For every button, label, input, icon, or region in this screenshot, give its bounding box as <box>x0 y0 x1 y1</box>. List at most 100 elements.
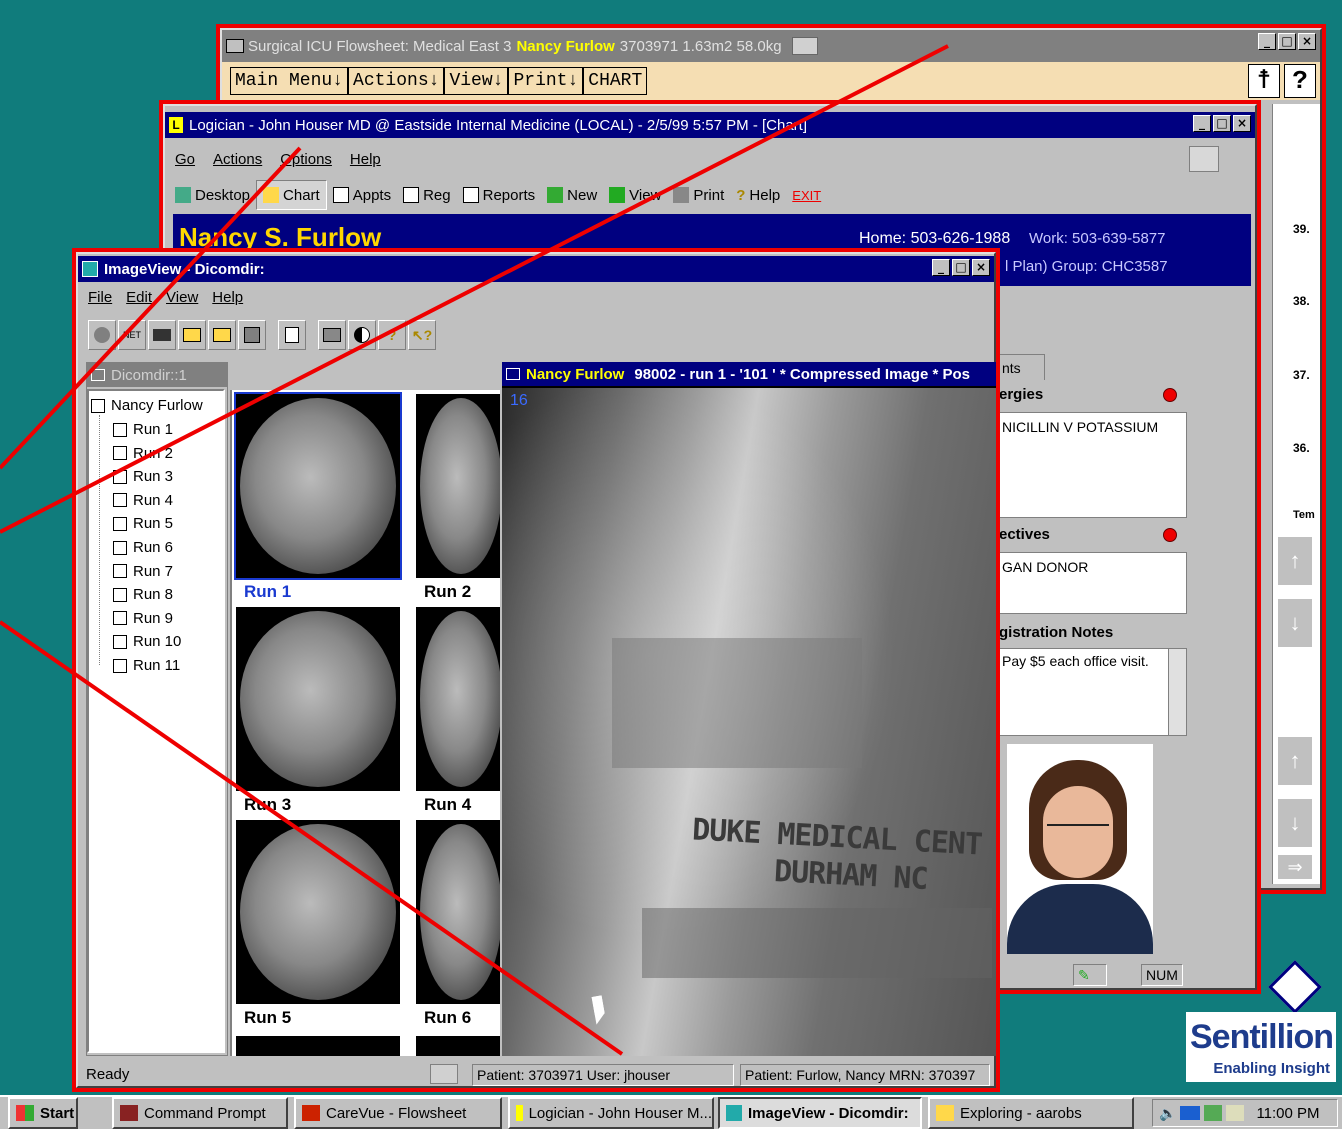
xray-image[interactable]: 16 DUKE MEDICAL CENT DURHAM NC <box>502 388 996 1056</box>
toolbar-print[interactable]: Print <box>667 180 730 210</box>
toolbar-chart[interactable]: Chart <box>256 180 327 210</box>
close-button[interactable]: × <box>1233 115 1251 132</box>
toolbar-reports[interactable]: Reports <box>457 180 542 210</box>
help-icon[interactable]: ? <box>1284 64 1316 98</box>
checkbox[interactable] <box>113 587 127 602</box>
minimize-button[interactable]: _ <box>932 259 950 276</box>
toolbar-appts[interactable]: Appts <box>327 180 397 210</box>
checkbox[interactable] <box>91 398 105 413</box>
tree-item-run[interactable]: Run 2 <box>113 445 173 462</box>
menu-help[interactable]: Help <box>212 289 243 306</box>
thumbnail-image[interactable] <box>236 1036 400 1056</box>
menu-edit[interactable]: Edit <box>126 289 152 306</box>
tab-partial[interactable]: nts <box>999 354 1045 380</box>
menu-actions[interactable]: Actions↓ <box>348 67 445 95</box>
person-icon[interactable]: ☨ <box>1248 64 1280 98</box>
task-carevue[interactable]: CareVue - Flowsheet <box>294 1097 502 1129</box>
tree-item-run[interactable]: Run 8 <box>113 586 173 603</box>
menu-options[interactable]: Options <box>280 151 332 168</box>
tree-item-run[interactable]: Run 10 <box>113 633 181 650</box>
viewer-titlebar[interactable]: Nancy Furlow 98002 - run 1 - '101 ' * Co… <box>502 362 996 386</box>
scroll-up-arrow-2[interactable]: ↑ <box>1277 736 1313 786</box>
toolbar-desktop[interactable]: Desktop <box>169 180 256 210</box>
toolbar-help[interactable]: ? Help <box>730 180 786 210</box>
thumbnail-image[interactable] <box>416 394 500 578</box>
find-button[interactable] <box>148 320 176 350</box>
network-button[interactable]: NET <box>118 320 146 350</box>
about-button[interactable]: ? <box>378 320 406 350</box>
tree-item-run[interactable]: Run 5 <box>113 515 173 532</box>
registration-scrollbar[interactable] <box>1168 649 1186 735</box>
next-page-arrow[interactable]: ⇒ <box>1277 854 1313 880</box>
scheduler-icon[interactable] <box>1204 1105 1223 1121</box>
thumbnail-image[interactable] <box>236 607 400 791</box>
tree-item-run[interactable]: Run 7 <box>113 563 173 580</box>
task-imageview[interactable]: ImageView - Dicomdir: <box>718 1097 922 1129</box>
scroll-down-arrow[interactable]: ↓ <box>1277 598 1313 648</box>
tree-item-run[interactable]: Run 4 <box>113 492 173 509</box>
task-command-prompt[interactable]: Command Prompt <box>112 1097 288 1129</box>
checkbox[interactable] <box>113 493 127 508</box>
tree-item-run[interactable]: Run 1 <box>113 421 173 438</box>
logician-titlebar[interactable]: L Logician - John Houser MD @ Eastside I… <box>165 112 1255 138</box>
checkbox[interactable] <box>113 540 127 555</box>
thumbnail-image[interactable] <box>236 820 400 1004</box>
start-button[interactable]: Start <box>8 1097 78 1129</box>
toolbar-view[interactable]: View <box>603 180 667 210</box>
tree-item-run[interactable]: Run 11 <box>113 657 180 674</box>
tree-item-run[interactable]: Run 9 <box>113 610 173 627</box>
copy-button[interactable] <box>278 320 306 350</box>
context-help-button[interactable]: ↖? <box>408 320 436 350</box>
thumbnail-image[interactable] <box>416 820 500 1004</box>
contrast-button[interactable] <box>348 320 376 350</box>
flowsheet-titlebar[interactable]: Surgical ICU Flowsheet: Medical East 3 N… <box>222 30 1320 62</box>
minimize-button[interactable]: _ <box>1258 33 1276 50</box>
maximize-button[interactable]: □ <box>952 259 970 276</box>
thumbnail-image[interactable] <box>234 392 402 580</box>
record-button[interactable] <box>88 320 116 350</box>
scroll-up-arrow[interactable]: ↑ <box>1277 536 1313 586</box>
print-button[interactable] <box>318 320 346 350</box>
menu-view[interactable]: View <box>166 289 198 306</box>
link-icon[interactable] <box>1189 146 1219 172</box>
toolbar-exit[interactable]: EXIT <box>786 180 827 210</box>
task-exploring[interactable]: Exploring - aarobs <box>928 1097 1134 1129</box>
close-button[interactable]: × <box>1298 33 1316 50</box>
tree-item-run[interactable]: Run 6 <box>113 539 173 556</box>
checkbox[interactable] <box>113 469 127 484</box>
tree-root[interactable]: Nancy Furlow <box>91 397 203 414</box>
minimize-button[interactable]: _ <box>1193 115 1211 132</box>
scroll-down-arrow-2[interactable]: ↓ <box>1277 798 1313 848</box>
close-button[interactable]: × <box>972 259 990 276</box>
checkbox[interactable] <box>113 422 127 437</box>
menu-file[interactable]: File <box>88 289 112 306</box>
menu-actions[interactable]: Actions <box>213 151 262 168</box>
monitor-icon[interactable] <box>1226 1105 1245 1121</box>
checkbox[interactable] <box>113 446 127 461</box>
maximize-button[interactable]: □ <box>1213 115 1231 132</box>
checkbox[interactable] <box>113 658 127 673</box>
menu-main[interactable]: Main Menu↓ <box>230 67 349 95</box>
tree-item-run[interactable]: Run 3 <box>113 468 173 485</box>
task-logician[interactable]: Logician - John Houser M... <box>508 1097 714 1129</box>
save-button[interactable] <box>238 320 266 350</box>
checkbox[interactable] <box>113 516 127 531</box>
tree-panel-title[interactable]: Dicomdir::1 <box>87 363 227 387</box>
checkbox[interactable] <box>113 611 127 626</box>
thumbnail-image[interactable] <box>416 607 500 791</box>
menu-help[interactable]: Help <box>350 151 381 168</box>
speaker-icon[interactable]: 🔈 <box>1159 1105 1176 1122</box>
thumbnail-image[interactable] <box>416 1036 500 1056</box>
menu-chart[interactable]: CHART <box>583 67 648 95</box>
open-button[interactable] <box>178 320 206 350</box>
maximize-button[interactable]: □ <box>1278 33 1296 50</box>
checkbox[interactable] <box>113 634 127 649</box>
toolbar-reg[interactable]: Reg <box>397 180 457 210</box>
checkbox[interactable] <box>113 564 127 579</box>
menu-go[interactable]: Go <box>175 151 195 168</box>
open-dir-button[interactable] <box>208 320 236 350</box>
imageview-titlebar[interactable]: ImageView - Dicomdir: _ □ × <box>78 256 994 282</box>
menu-print[interactable]: Print↓ <box>508 67 584 95</box>
network-tray-icon[interactable] <box>1180 1106 1201 1120</box>
menu-view[interactable]: View↓ <box>444 67 509 95</box>
